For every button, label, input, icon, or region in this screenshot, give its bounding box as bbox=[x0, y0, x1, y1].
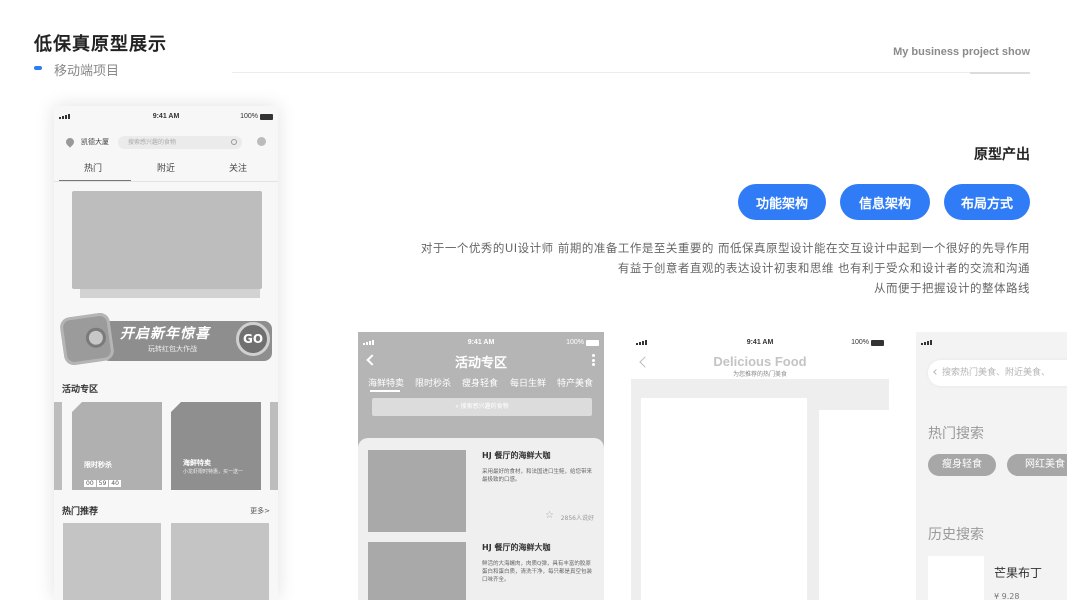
item-thumbnail[interactable] bbox=[368, 542, 466, 600]
user-icon[interactable] bbox=[257, 137, 266, 146]
hot-item-card[interactable] bbox=[63, 523, 161, 600]
item-description: 采用最好的食材，和法国进口生鲑，给您带来最极致的口感。 bbox=[482, 469, 593, 483]
card-subtitle: 小龙虾限时特惠，买一送一 bbox=[183, 469, 244, 475]
layout-method-button[interactable]: 布局方式 bbox=[944, 184, 1030, 220]
subtitle-dot bbox=[34, 66, 42, 70]
more-link[interactable]: 更多> bbox=[250, 506, 270, 516]
history-search-title: 历史搜索 bbox=[928, 527, 984, 543]
history-item-title[interactable]: 芒果布丁 bbox=[994, 564, 1042, 581]
promo-go-button[interactable]: GO bbox=[236, 322, 270, 356]
status-bar: 9:41 AM 100% bbox=[54, 106, 278, 128]
search-placeholder: 搜索热门美食、附近美食、 bbox=[942, 368, 1051, 378]
search-chip[interactable]: 网红美食 bbox=[1007, 454, 1067, 476]
battery-icon bbox=[260, 113, 273, 120]
description-line-2: 有益于创意者直观的表达设计初衷和思维 也有利于受众和设计者的交流和沟通 bbox=[617, 261, 1030, 275]
english-tag: My business project show bbox=[893, 46, 1030, 58]
location-label[interactable]: 凯德大厦 bbox=[81, 137, 109, 147]
tab-light-meal[interactable]: 瘦身轻食 bbox=[462, 376, 498, 389]
hot-item-card[interactable] bbox=[171, 523, 269, 600]
battery-percent: 100% bbox=[240, 113, 258, 120]
item-description: 鲜活的大海螺肉，肉质Q弹，具有丰富的胶原蛋白和蛋白质，清洗干净，每只都是真空包装… bbox=[482, 561, 593, 583]
activity-card-seafood[interactable]: 海鲜特卖 小龙虾限时特惠，买一送一 bbox=[171, 402, 261, 490]
active-tab-indicator bbox=[59, 180, 131, 181]
description-line-3: 从而便于把握设计的整体路线 bbox=[874, 281, 1030, 295]
tab-specialty[interactable]: 特产美食 bbox=[557, 376, 593, 389]
status-bar: 9:41 AM 100% bbox=[358, 332, 604, 354]
card-title: 海鲜特卖 bbox=[183, 459, 211, 467]
header-divider bbox=[232, 72, 1030, 73]
activity-card-flash-sale[interactable]: 限时秒杀 00 59 40 bbox=[72, 402, 162, 490]
search-input[interactable]: ⌕ 搜索感兴趣的食物 bbox=[372, 398, 592, 416]
search-placeholder: 搜索感兴趣的食物 bbox=[128, 139, 177, 146]
battery-icon bbox=[871, 339, 884, 346]
active-tab-indicator bbox=[370, 390, 400, 392]
location-pin-icon bbox=[64, 136, 76, 148]
card-peek-left bbox=[54, 402, 62, 490]
card-peek-right bbox=[270, 402, 278, 490]
promo-subtitle: 玩转红包大作战 bbox=[148, 345, 197, 353]
gift-box-icon bbox=[58, 311, 116, 367]
search-chip[interactable]: 瘦身轻食 bbox=[928, 454, 996, 476]
page-title: 低保真原型展示 bbox=[34, 34, 167, 55]
back-chevron-icon[interactable] bbox=[933, 369, 939, 375]
battery-icon bbox=[586, 339, 599, 346]
item-title[interactable]: HJ 餐厅的海鲜大咖 bbox=[482, 450, 550, 461]
screen-title: Delicious Food bbox=[713, 354, 807, 369]
status-bar: 9:41 AM 100% bbox=[631, 332, 889, 354]
battery-percent: 100% bbox=[566, 339, 584, 346]
signal-icon bbox=[921, 340, 932, 345]
information-architecture-button[interactable]: 信息架构 bbox=[840, 184, 930, 220]
section-title: 原型产出 bbox=[974, 147, 1030, 163]
tab-follow[interactable]: 关注 bbox=[229, 161, 247, 174]
activity-section-title: 活动专区 bbox=[62, 385, 99, 395]
hot-section-title: 热门推荐 bbox=[62, 507, 99, 517]
card-title: 限时秒杀 bbox=[84, 461, 112, 469]
item-title[interactable]: HJ 餐厅的海鲜大咖 bbox=[482, 542, 550, 553]
history-item-thumbnail[interactable] bbox=[928, 556, 984, 600]
search-input[interactable]: 搜索感兴趣的食物 bbox=[118, 136, 242, 149]
hot-search-title: 热门搜索 bbox=[928, 426, 984, 442]
activity-list: HJ 餐厅的海鲜大咖 采用最好的食材，和法国进口生鲑，给您带来最极致的口感。 ☆… bbox=[358, 438, 604, 600]
phone-activity-screen: 9:41 AM 100% 活动专区 海鲜特卖 限时秒杀 瘦身轻食 每日生鲜 特产… bbox=[358, 332, 604, 600]
item-thumbnail[interactable] bbox=[368, 450, 466, 532]
tab-fresh[interactable]: 每日生鲜 bbox=[510, 376, 546, 389]
promo-title: 开启新年惊喜 bbox=[120, 326, 210, 342]
promo-banner[interactable]: 开启新年惊喜 玩转红包大作战 GO bbox=[58, 311, 276, 367]
countdown-timer: 00 59 40 bbox=[84, 480, 121, 487]
activity-header: 9:41 AM 100% 活动专区 海鲜特卖 限时秒杀 瘦身轻食 每日生鲜 特产… bbox=[358, 332, 604, 450]
star-icon[interactable]: ☆ bbox=[545, 510, 554, 521]
screen-subtitle: 为您推荐的热门美食 bbox=[732, 371, 787, 378]
banner-image-placeholder[interactable] bbox=[72, 191, 262, 289]
more-dots-icon[interactable] bbox=[592, 354, 595, 366]
history-item-price: ¥ 9.28 bbox=[994, 592, 1020, 600]
screen-title: 活动专区 bbox=[454, 356, 507, 371]
tab-seafood[interactable]: 海鲜特卖 bbox=[368, 376, 404, 389]
english-tag-underline bbox=[970, 72, 1030, 74]
tab-hot[interactable]: 热门 bbox=[84, 161, 102, 174]
search-icon bbox=[231, 139, 237, 145]
tab-nearby[interactable]: 附近 bbox=[157, 161, 175, 174]
description-line-1: 对于一个优秀的UI设计师 前期的准备工作是至关重要的 而低保真原型设计能在交互设… bbox=[420, 241, 1030, 255]
tab-divider bbox=[54, 181, 278, 182]
tab-flash-sale[interactable]: 限时秒杀 bbox=[415, 376, 451, 389]
status-bar bbox=[916, 332, 1067, 354]
function-architecture-button[interactable]: 功能架构 bbox=[738, 184, 826, 220]
phone-home-screen: 9:41 AM 100% 凯德大厦 搜索感兴趣的食物 热门 附近 关注 开启新年… bbox=[54, 106, 278, 600]
phone-search-screen: 搜索热门美食、附近美食、 热门搜索 瘦身轻食 网红美食 历史搜索 芒果布丁 ¥ … bbox=[916, 332, 1067, 600]
food-header: 9:41 AM 100% Delicious Food 为您推荐的热门美食 bbox=[631, 332, 889, 380]
page-subtitle: 移动端项目 bbox=[54, 64, 120, 79]
battery-percent: 100% bbox=[851, 339, 869, 346]
food-card[interactable] bbox=[641, 398, 807, 600]
search-input[interactable]: 搜索热门美食、附近美食、 bbox=[928, 360, 1067, 386]
like-count: 2856人说好 bbox=[560, 515, 594, 522]
food-card[interactable] bbox=[819, 410, 889, 600]
phone-food-screen: 9:41 AM 100% Delicious Food 为您推荐的热门美食 bbox=[631, 332, 889, 600]
